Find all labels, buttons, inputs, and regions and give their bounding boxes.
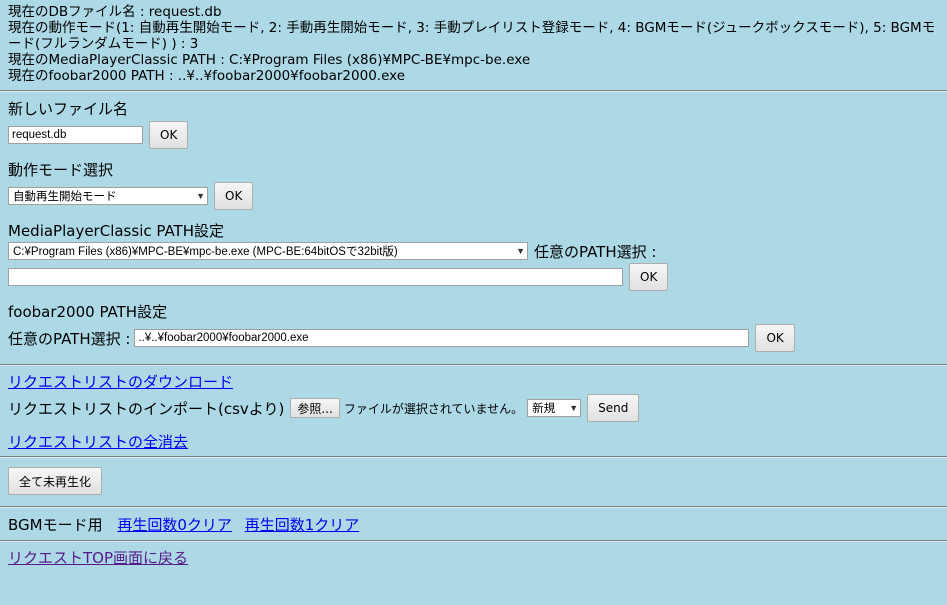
- foobar-custom-path-label: 任意のPATH選択 :: [8, 329, 131, 348]
- foobar-ok-button[interactable]: OK: [755, 324, 795, 352]
- mode-row: 自動再生開始モード ▼ OK: [8, 180, 939, 212]
- import-mode-select[interactable]: 新規 ▼: [527, 399, 582, 417]
- browse-button[interactable]: 参照...: [290, 398, 340, 418]
- mode-select-value: 自動再生開始モード: [13, 191, 117, 203]
- download-request-list-link[interactable]: リクエストリストのダウンロード: [8, 373, 233, 391]
- mode-select[interactable]: 自動再生開始モード ▼: [8, 187, 208, 205]
- unplayed-row: 全て未再生化: [8, 464, 939, 498]
- mpc-custom-path-label: 任意のPATH選択 :: [534, 242, 657, 261]
- foobar-path-input[interactable]: [134, 329, 750, 347]
- filename-input[interactable]: [8, 126, 143, 144]
- divider: [0, 456, 947, 458]
- foobar-row: 任意のPATH選択 : OK: [8, 322, 939, 354]
- back-to-request-top-link[interactable]: リクエストTOP画面に戻る: [8, 549, 188, 567]
- mpc-select-row: C:¥Program Files (x86)¥MPC-BE¥mpc-be.exe…: [8, 241, 939, 261]
- bgm-mode-label: BGMモード用: [8, 516, 103, 534]
- foobar-path-label: foobar2000 PATH設定: [8, 303, 168, 321]
- current-mode-line: 現在の動作モード(1: 自動再生開始モード, 2: 手動再生開始モード, 3: …: [8, 20, 936, 52]
- clear-playcount-1-link[interactable]: 再生回数1クリア: [245, 516, 360, 534]
- mpc-path-label: MediaPlayerClassic PATH設定: [8, 222, 224, 240]
- mpc-custom-path-input[interactable]: [8, 268, 623, 286]
- current-db-line: 現在のDBファイル名 : request.db: [8, 4, 222, 20]
- current-mpc-path-line: 現在のMediaPlayerClassic PATH : C:¥Program …: [8, 52, 531, 68]
- divider: [0, 506, 947, 508]
- no-file-selected-text: ファイルが選択されていません。: [343, 401, 524, 416]
- settings-page: 現在のDBファイル名 : request.db 現在の動作モード(1: 自動再生…: [0, 0, 947, 568]
- mpc-custom-row: OK: [8, 261, 939, 293]
- filename-row: OK: [8, 119, 939, 151]
- divider: [0, 540, 947, 542]
- import-row: リクエストリストのインポート(csvより) 参照... ファイルが選択されていま…: [8, 392, 939, 424]
- filename-ok-button[interactable]: OK: [149, 121, 189, 149]
- filename-label: 新しいファイル名: [8, 100, 129, 118]
- current-foobar-path-line: 現在のfoobar2000 PATH : ..¥..¥foobar2000¥fo…: [8, 68, 406, 84]
- chevron-down-icon: ▼: [516, 246, 525, 256]
- mpc-path-select[interactable]: C:¥Program Files (x86)¥MPC-BE¥mpc-be.exe…: [8, 242, 528, 260]
- clear-playcount-0-link[interactable]: 再生回数0クリア: [117, 516, 232, 534]
- back-row: リクエストTOP画面に戻る: [8, 548, 939, 568]
- chevron-down-icon: ▼: [569, 403, 579, 413]
- import-label: リクエストリストのインポート(csvより): [8, 399, 285, 418]
- download-row: リクエストリストのダウンロード: [8, 372, 939, 392]
- mode-ok-button[interactable]: OK: [214, 182, 254, 210]
- send-button[interactable]: Send: [587, 394, 640, 422]
- import-mode-value: 新規: [532, 403, 556, 415]
- clear-all-requests-link[interactable]: リクエストリストの全消去: [8, 433, 188, 451]
- bgm-row: BGMモード用 再生回数0クリア 再生回数1クリア: [8, 514, 939, 536]
- chevron-down-icon: ▼: [196, 191, 205, 201]
- mark-all-unplayed-button[interactable]: 全て未再生化: [8, 467, 103, 495]
- mpc-path-select-value: C:¥Program Files (x86)¥MPC-BE¥mpc-be.exe…: [13, 246, 398, 258]
- divider: [0, 90, 947, 92]
- divider: [0, 364, 947, 366]
- clear-all-row: リクエストリストの全消去: [8, 432, 939, 452]
- mpc-ok-button[interactable]: OK: [629, 263, 669, 291]
- current-settings-info: 現在のDBファイル名 : request.db 現在の動作モード(1: 自動再生…: [8, 4, 939, 84]
- mode-label: 動作モード選択: [8, 161, 114, 179]
